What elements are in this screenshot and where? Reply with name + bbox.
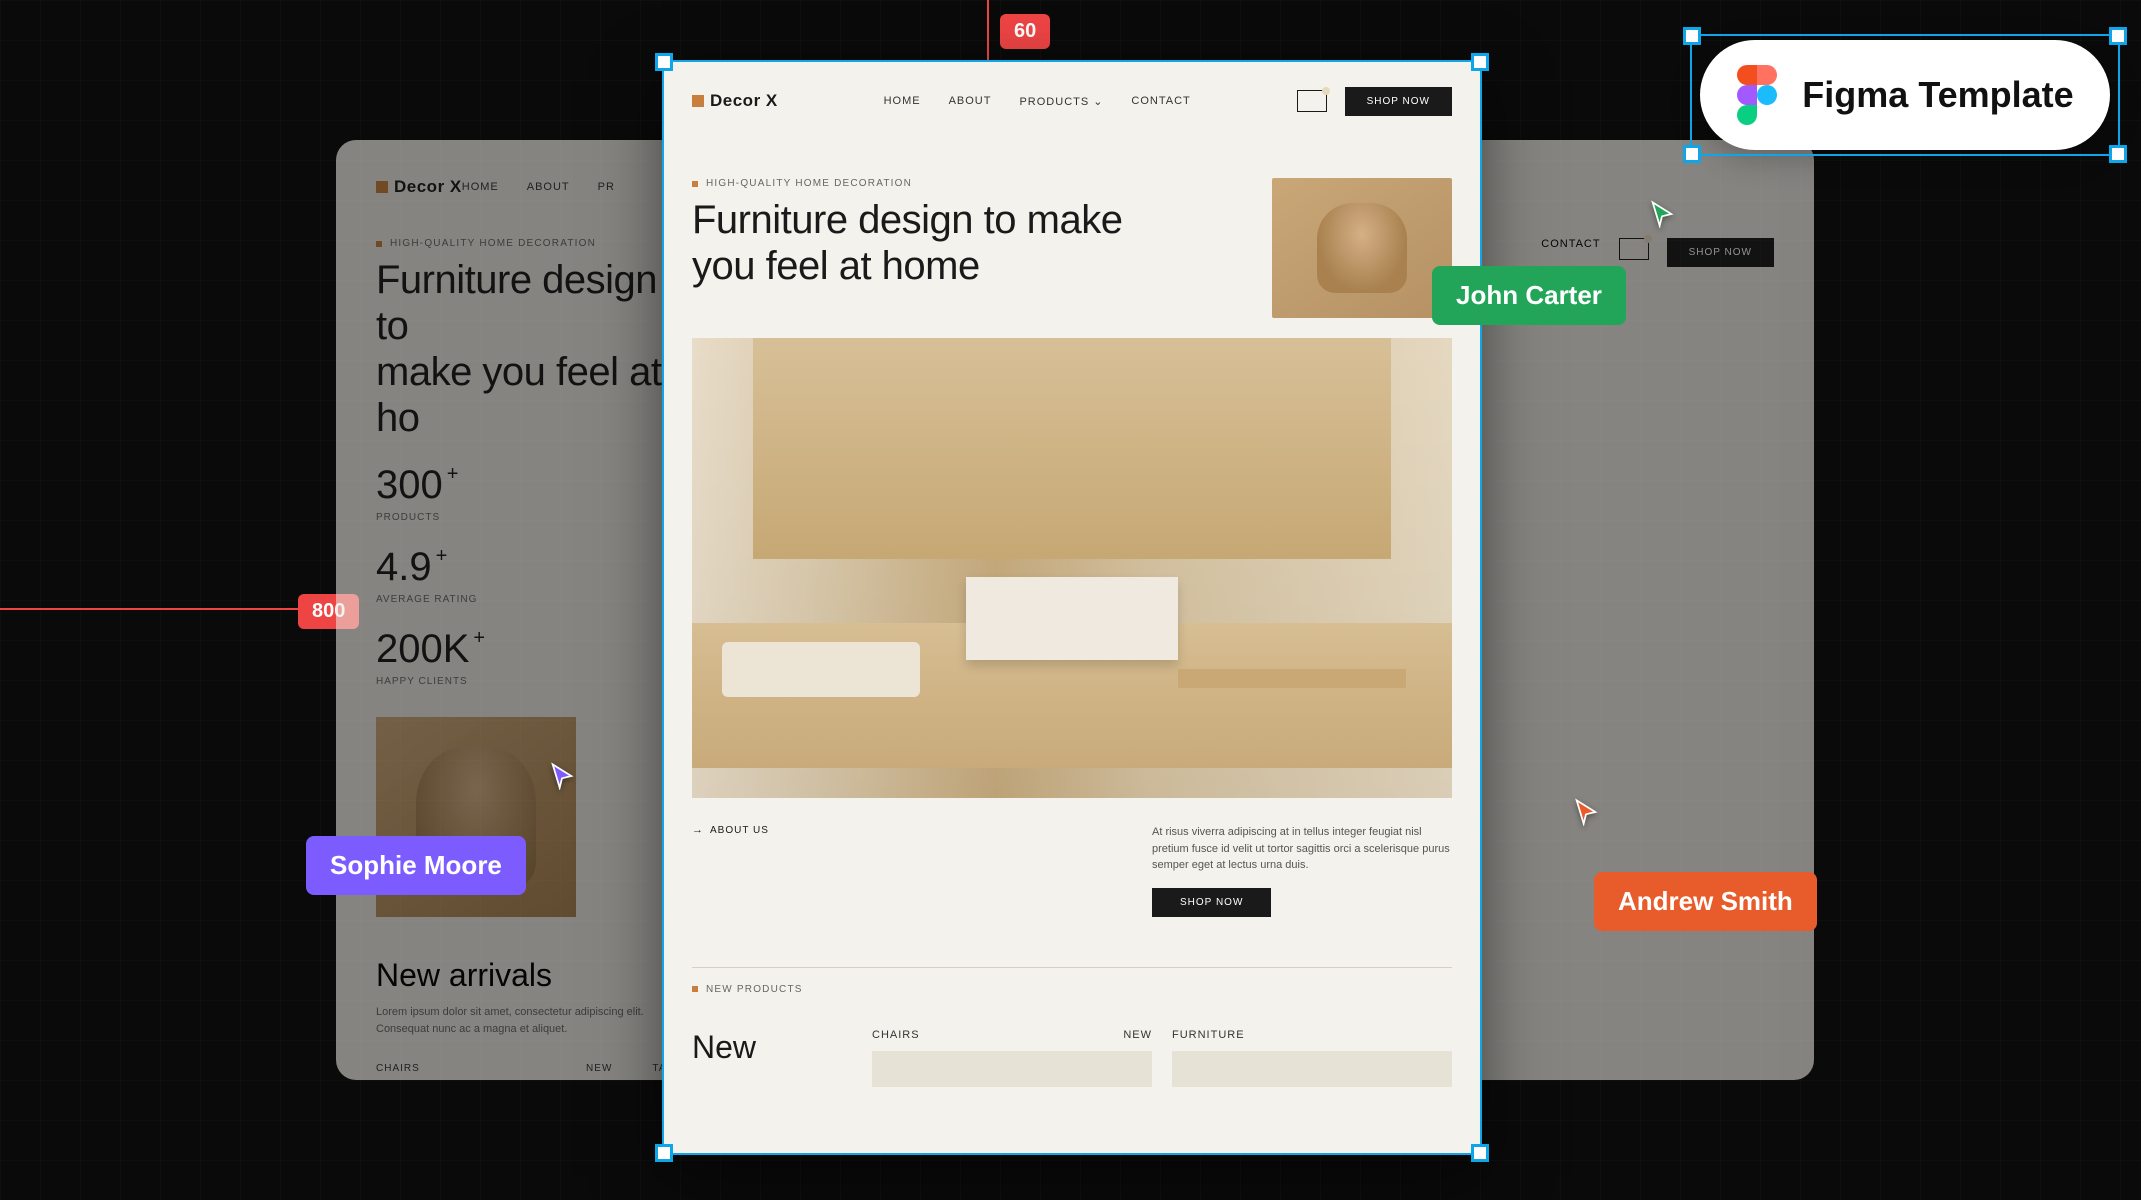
figma-logo-icon — [1736, 65, 1778, 125]
card-chairs-image — [872, 1051, 1152, 1087]
bg-headline-b: make you feel at ho — [376, 349, 696, 441]
topnav: Decor X HOME ABOUT PRODUCTS CONTACT SHOP… — [692, 80, 1452, 122]
bg-lorem: Lorem ipsum dolor sit amet, consectetur … — [376, 1004, 656, 1037]
bg-eyebrow: HIGH-QUALITY HOME DECORATION — [376, 238, 696, 249]
bg-tab-new[interactable]: NEW — [586, 1063, 612, 1074]
chair-thumb-image — [1272, 178, 1452, 318]
eyebrow: HIGH-QUALITY HOME DECORATION — [692, 178, 1152, 189]
bg-brand: Decor X — [394, 177, 462, 197]
bg-nav-contact[interactable]: CONTACT — [1541, 238, 1600, 267]
figma-template-pill[interactable]: Figma Template — [1700, 40, 2110, 150]
bg-nav-about[interactable]: ABOUT — [527, 181, 570, 193]
bg-left-column: HIGH-QUALITY HOME DECORATION Furniture d… — [376, 238, 696, 1074]
collaborator-badge-orange: Andrew Smith — [1594, 872, 1817, 931]
stat-rating-label: AVERAGE RATING — [376, 594, 696, 605]
logo-mark-icon — [692, 95, 704, 107]
bg-stat-products: 300+ PRODUCTS — [376, 463, 696, 523]
ruler-horizontal — [0, 608, 330, 610]
stat-products-num: 300 — [376, 463, 443, 508]
brand-text: Decor X — [710, 91, 778, 111]
figma-pill-text: Figma Template — [1802, 74, 2073, 116]
product-card-furniture[interactable]: FURNITURE — [1172, 1029, 1452, 1087]
new-title: New — [692, 1029, 852, 1066]
bg-tab-chairs[interactable]: CHAIRS — [376, 1063, 420, 1074]
bg-nav-pr[interactable]: PR — [598, 181, 615, 193]
ruler-vertical — [987, 0, 989, 60]
logo[interactable]: Decor X — [692, 91, 778, 111]
logo-mark-icon — [376, 181, 388, 193]
bg-headline-a: Furniture design to — [376, 257, 696, 349]
new-products-eyebrow: NEW PRODUCTS — [692, 984, 1452, 995]
hero-interior-image — [692, 338, 1452, 798]
nav-contact[interactable]: CONTACT — [1131, 95, 1190, 108]
section-divider — [692, 967, 1452, 968]
product-card-chairs[interactable]: CHAIRS NEW — [872, 1029, 1152, 1087]
bg-tab-row: CHAIRS NEW TABLES — [376, 1063, 696, 1074]
card-chairs-label: CHAIRS — [872, 1029, 920, 1041]
collaborator-badge-green: John Carter — [1432, 266, 1626, 325]
nav-home[interactable]: HOME — [884, 95, 921, 108]
about-us-link[interactable]: ABOUT US — [692, 824, 769, 836]
bg-new-arrivals-title: New arrivals — [376, 957, 696, 994]
hero-shop-now-button[interactable]: SHOP NOW — [1152, 888, 1271, 917]
bg-shop-now-button[interactable]: SHOP NOW — [1667, 238, 1774, 267]
nav-about[interactable]: ABOUT — [949, 95, 992, 108]
nav-products[interactable]: PRODUCTS — [1019, 95, 1103, 108]
bg-nav-home[interactable]: HOME — [462, 181, 499, 193]
bg-stat-clients: 200K+ HAPPY CLIENTS — [376, 627, 696, 687]
collaborator-cursor-orange — [1572, 798, 1600, 826]
collaborator-badge-purple: Sophie Moore — [306, 836, 526, 895]
bg-nav-links: HOME ABOUT PR — [462, 181, 615, 193]
collaborator-cursor-green — [1648, 200, 1676, 228]
bg-logo[interactable]: Decor X — [376, 177, 462, 197]
bg-stat-rating: 4.9+ AVERAGE RATING — [376, 545, 696, 605]
stat-rating-num: 4.9 — [376, 545, 432, 590]
card-furniture-label: FURNITURE — [1172, 1029, 1245, 1041]
dimension-badge-top: 60 — [1000, 14, 1050, 49]
stat-products-sup: + — [447, 463, 459, 486]
bg-cart-icon[interactable] — [1619, 238, 1649, 260]
stat-products-label: PRODUCTS — [376, 512, 696, 523]
card-chairs-tag: NEW — [1123, 1029, 1152, 1041]
hero-copy: At risus viverra adipiscing at in tellus… — [1152, 824, 1452, 874]
stat-clients-num: 200K — [376, 627, 469, 672]
cart-icon[interactable] — [1297, 90, 1327, 112]
selected-artboard[interactable]: Decor X HOME ABOUT PRODUCTS CONTACT SHOP… — [662, 60, 1482, 1155]
stat-clients-sup: + — [473, 627, 485, 650]
stat-rating-sup: + — [436, 545, 448, 568]
stat-clients-label: HAPPY CLIENTS — [376, 676, 696, 687]
collaborator-cursor-purple — [548, 762, 576, 790]
card-furniture-image — [1172, 1051, 1452, 1087]
nav-links: HOME ABOUT PRODUCTS CONTACT — [884, 95, 1191, 108]
headline: Furniture design to make you feel at hom… — [692, 197, 1152, 289]
shop-now-button[interactable]: SHOP NOW — [1345, 87, 1452, 116]
